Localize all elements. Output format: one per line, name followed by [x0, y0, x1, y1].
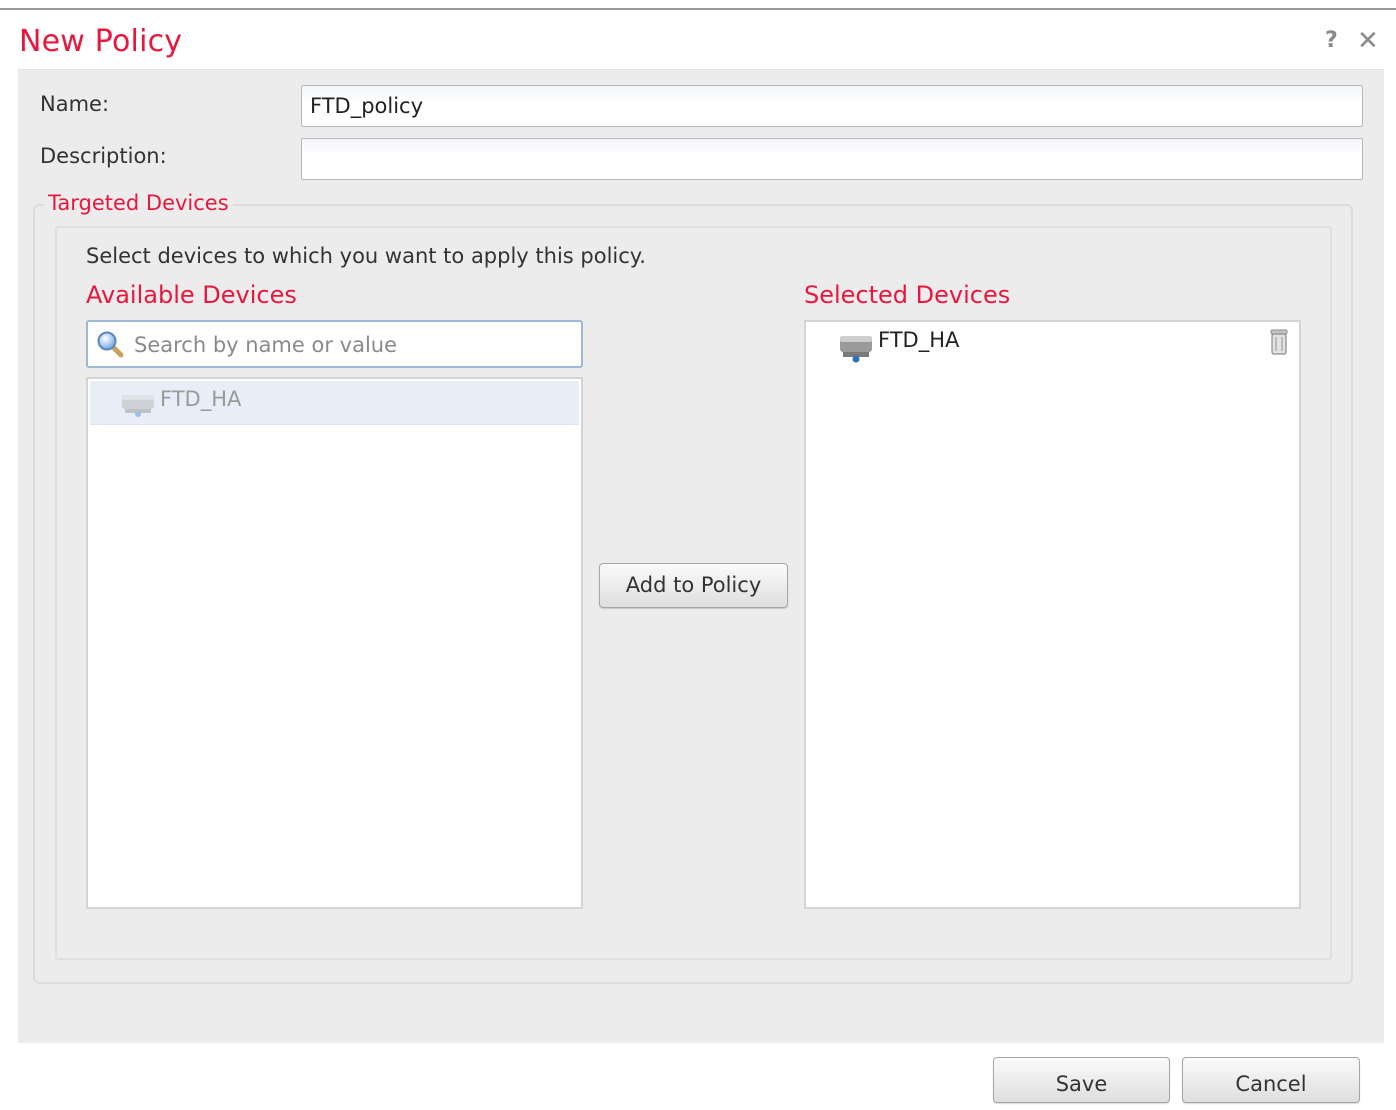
available-devices-list[interactable]: FTD_HA — [86, 377, 583, 909]
instruction-text: Select devices to which you want to appl… — [86, 244, 646, 268]
description-input[interactable] — [301, 138, 1363, 180]
selected-device-item[interactable]: FTD_HA — [808, 324, 1297, 368]
save-button[interactable]: Save — [993, 1057, 1170, 1103]
trash-icon[interactable] — [1268, 328, 1290, 356]
dialog-title: New Policy — [19, 24, 183, 59]
available-device-item[interactable]: FTD_HA — [90, 381, 579, 425]
available-device-label: FTD_HA — [160, 387, 242, 411]
name-input[interactable] — [301, 85, 1363, 127]
targeted-devices-legend: Targeted Devices — [44, 191, 233, 215]
add-to-policy-button[interactable]: Add to Policy — [599, 563, 788, 608]
search-input[interactable] — [132, 328, 576, 362]
search-box[interactable] — [86, 320, 583, 368]
cancel-button[interactable]: Cancel — [1182, 1057, 1360, 1103]
available-devices-title: Available Devices — [86, 281, 297, 309]
selected-device-label: FTD_HA — [878, 328, 960, 352]
device-icon — [122, 395, 154, 417]
search-icon — [97, 331, 124, 358]
name-label: Name: — [40, 92, 110, 116]
device-icon — [840, 336, 872, 363]
description-label: Description: — [40, 144, 167, 168]
selected-devices-title: Selected Devices — [804, 281, 1011, 309]
close-button[interactable]: ✕ — [1357, 26, 1379, 56]
selected-devices-list[interactable]: FTD_HA — [804, 320, 1301, 909]
window-top-border — [0, 0, 1396, 10]
help-button[interactable]: ? — [1325, 28, 1338, 53]
